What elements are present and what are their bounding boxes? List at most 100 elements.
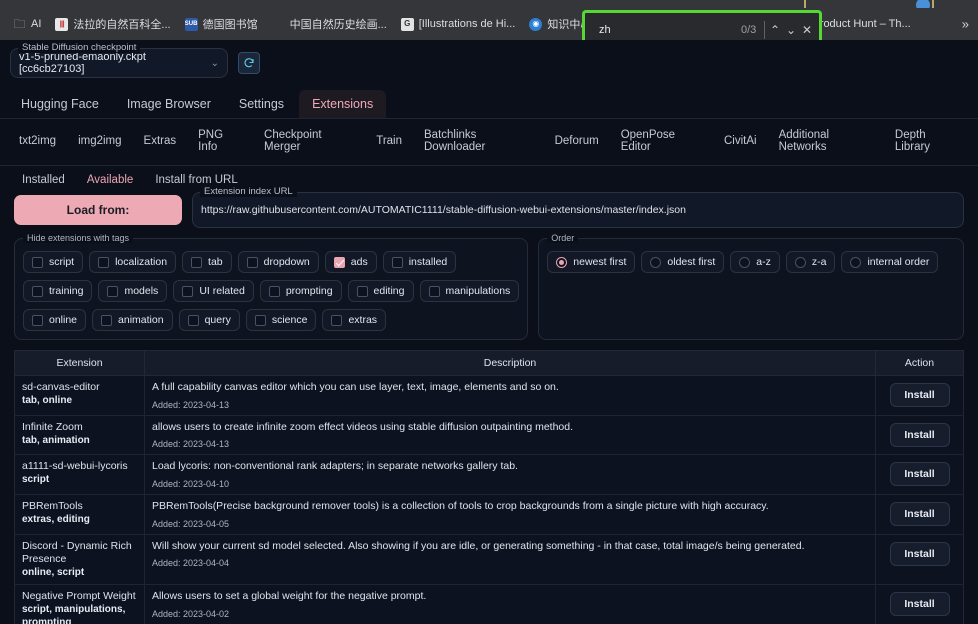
install-button[interactable]: Install — [889, 541, 950, 566]
tag-label: editing — [373, 285, 405, 297]
bookmark-german-library[interactable]: SUB 德国图书馆 — [178, 13, 265, 35]
tag-checkbox-models[interactable]: models — [98, 280, 168, 302]
tag-checkbox-tab[interactable]: tab — [182, 251, 232, 273]
bookmarks-overflow-icon[interactable]: » — [957, 15, 974, 34]
tag-checkbox-science[interactable]: science — [245, 309, 317, 331]
find-input[interactable] — [589, 24, 741, 36]
tag-checkbox-animation[interactable]: animation — [92, 309, 173, 331]
extension-cell: PBRemTools extras, editing — [14, 493, 145, 535]
extension-index-url-field[interactable]: Extension index URL https://raw.githubus… — [192, 186, 964, 228]
tab-additional-networks[interactable]: Additional Networks — [768, 123, 884, 159]
folder-icon: 🗀 — [13, 17, 26, 31]
checkbox-icon — [331, 314, 343, 326]
tag-checkbox-ads[interactable]: ads — [324, 251, 377, 273]
tag-checkbox-installed[interactable]: installed — [382, 251, 457, 273]
tag-checkbox-prompting[interactable]: prompting — [259, 280, 342, 302]
tag-label: script — [49, 256, 75, 268]
order-radio-internal-order[interactable]: internal order — [841, 251, 939, 273]
order-group: Order newest first oldest first a-z z-a … — [538, 233, 964, 340]
subtab-install-from-url[interactable]: Install from URL — [155, 174, 237, 186]
order-option-label: z-a — [811, 256, 827, 268]
tag-label: extras — [348, 314, 378, 326]
extension-description: allows users to create infinite zoom eff… — [152, 420, 574, 433]
tab-batchlinks-downloader[interactable]: Batchlinks Downloader — [413, 123, 544, 159]
tab-png-info[interactable]: PNG Info — [187, 123, 253, 159]
extension-added-date: Added: 2023-04-10 — [152, 478, 230, 489]
order-radio-a-z[interactable]: a-z — [730, 251, 780, 273]
bookmark-fala-encyclopedia[interactable]: ||| 法拉的自然百科全... — [48, 13, 177, 35]
extension-name: Infinite Zoom — [22, 420, 83, 433]
tab-settings[interactable]: Settings — [226, 90, 297, 118]
bookmark-ai[interactable]: 🗀 AI — [6, 15, 48, 34]
checkbox-icon — [182, 285, 194, 297]
checkbox-icon — [254, 314, 266, 326]
checkpoint-value: v1-5-pruned-emaonly.ckpt [cc6cb27103] — [19, 51, 146, 75]
extension-name: Discord - Dynamic Rich Presence — [22, 539, 132, 565]
checkbox-icon — [32, 285, 43, 297]
tag-checkbox-extras[interactable]: extras — [322, 309, 387, 331]
table-row: Infinite Zoom tab, animation allows user… — [14, 414, 964, 455]
tag-checkbox-dropdown[interactable]: dropdown — [237, 251, 319, 273]
find-previous-icon[interactable]: ⌃ — [767, 18, 783, 40]
radio-icon — [650, 256, 662, 268]
bookmark-label: 法拉的自然百科全... — [73, 19, 171, 31]
extension-tags: tab, animation — [22, 434, 90, 446]
tag-checkbox-localization[interactable]: localization — [89, 251, 177, 273]
tag-checkbox-script[interactable]: script — [23, 251, 84, 273]
description-cell: allows users to create infinite zoom eff… — [144, 414, 876, 455]
checkbox-icon — [107, 285, 119, 297]
tag-checkbox-ui-related[interactable]: UI related — [173, 280, 254, 302]
refresh-checkpoints-button[interactable] — [238, 52, 260, 74]
tag-label: localization — [115, 256, 168, 268]
tab-txt2img[interactable]: txt2img — [8, 129, 67, 153]
tag-checkbox-query[interactable]: query — [178, 309, 240, 331]
tab-extras[interactable]: Extras — [133, 129, 188, 153]
subtab-available[interactable]: Available — [87, 174, 133, 186]
order-radio-newest-first[interactable]: newest first — [547, 251, 636, 273]
order-radio-oldest-first[interactable]: oldest first — [641, 251, 725, 273]
bookmark-label: 德国图书馆 — [202, 19, 258, 31]
tag-label: prompting — [285, 285, 333, 297]
install-button[interactable]: Install — [889, 422, 950, 447]
find-divider — [764, 21, 765, 39]
tag-label: training — [49, 285, 84, 297]
tab-train[interactable]: Train — [365, 129, 413, 153]
tab-hugging-face[interactable]: Hugging Face — [8, 90, 112, 118]
tag-filter-row: training models UI related prompting edi… — [23, 280, 520, 302]
tab-openpose-editor[interactable]: OpenPose Editor — [610, 123, 713, 159]
install-button[interactable]: Install — [889, 592, 950, 617]
description-cell: Will show your current sd model selected… — [144, 533, 876, 585]
tag-checkbox-manipulations[interactable]: manipulations — [419, 280, 520, 302]
install-button[interactable]: Install — [889, 383, 950, 407]
bookmark-china-natural-history[interactable]: 中国自然历史绘画... — [265, 13, 394, 35]
subtab-installed[interactable]: Installed — [22, 174, 65, 186]
checkpoint-dropdown[interactable]: Stable Diffusion checkpoint v1-5-pruned-… — [10, 42, 228, 78]
find-close-icon[interactable]: ✕ — [799, 18, 815, 40]
extensions-subtab-bar: Installed Available Install from URL — [14, 166, 964, 192]
bookmark-illustrations-de-hi[interactable]: G [Illustrations de Hi... — [394, 15, 523, 34]
tab-img2img[interactable]: img2img — [67, 129, 132, 153]
refresh-icon — [244, 58, 254, 68]
tag-checkbox-training[interactable]: training — [23, 280, 93, 302]
install-button[interactable]: Install — [889, 501, 950, 526]
description-cell: A full capability canvas editor which yo… — [144, 375, 876, 416]
extension-cell: a1111-sd-webui-lycoris script — [14, 454, 145, 495]
extensions-table-scroll[interactable]: Extension Description Action sd-canvas-e… — [14, 350, 964, 624]
tab-checkpoint-merger[interactable]: Checkpoint Merger — [253, 123, 365, 159]
tag-checkbox-editing[interactable]: editing — [347, 280, 414, 302]
tab-image-browser[interactable]: Image Browser — [114, 90, 224, 118]
extension-description: Load lycoris: non-conventional rank adap… — [152, 460, 518, 473]
find-next-icon[interactable]: ⌄ — [783, 18, 799, 40]
tag-label: online — [49, 314, 78, 326]
load-from-button[interactable]: Load from: — [14, 195, 182, 225]
install-button[interactable]: Install — [889, 462, 950, 487]
tab-extensions[interactable]: Extensions — [299, 90, 387, 118]
tab-deforum[interactable]: Deforum — [544, 129, 610, 153]
extension-description: Allows users to set a global weight for … — [152, 590, 427, 603]
tab-depth-library[interactable]: Depth Library — [884, 123, 970, 159]
tab-civitai[interactable]: CivitAi — [713, 129, 768, 153]
tag-checkbox-online[interactable]: online — [23, 309, 87, 331]
order-radio-z-a[interactable]: z-a — [785, 251, 836, 273]
sub-icon: SUB — [184, 17, 198, 31]
extension-cell: Negative Prompt Weight script, manipulat… — [14, 584, 145, 624]
